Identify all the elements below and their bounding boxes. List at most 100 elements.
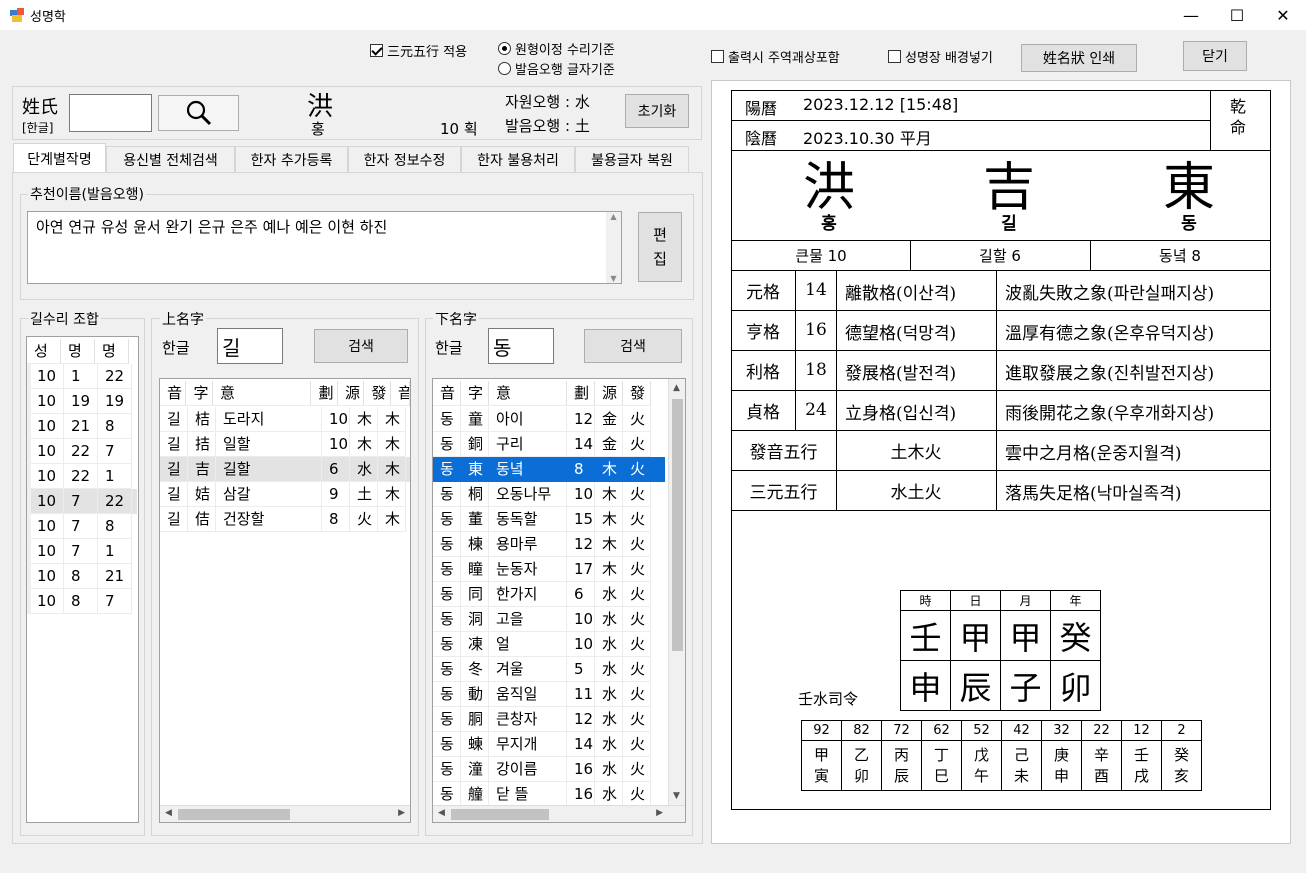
table-cell: 동 [433, 582, 461, 607]
lower-grid[interactable]: 音字意劃源發 동 童 아이 12 金火 동 銅 구리 14 金火 동 東 동녘 8 木火 동 桐 오동나무 10 木火 동… [432, 378, 686, 823]
table-row[interactable]: 10 19 19 [30, 389, 137, 414]
radio-suri[interactable] [498, 42, 511, 55]
tab-3[interactable]: 한자 추가등록 [235, 146, 348, 172]
table-row[interactable]: 10 21 8 [30, 414, 137, 439]
table-row[interactable]: 동 銅 구리 14 金火 [433, 432, 665, 457]
scroll-down-icon[interactable]: ▼ [673, 791, 680, 801]
table-row[interactable]: 동 同 한가지 6 水火 [433, 582, 665, 607]
scroll-right-icon[interactable]: ▶ [398, 808, 405, 818]
table-cell: 洞 [461, 607, 489, 632]
table-row[interactable]: 10 7 1 [30, 539, 137, 564]
tab-2[interactable]: 용신별 전체검색 [106, 146, 235, 172]
radio-suri-option[interactable]: 원형이정 수리기준 [498, 39, 615, 58]
table-row[interactable]: 10 22 1 [30, 464, 137, 489]
maximize-button[interactable]: ☐ [1214, 0, 1260, 30]
table-row[interactable]: 동 胴 큰창자 12 水火 [433, 707, 665, 732]
table-row[interactable]: 동 凍 얼 10 水火 [433, 632, 665, 657]
lower-vscrollbar[interactable]: ▲ ▼ [668, 379, 685, 805]
tab-1[interactable]: 단계별작명 [13, 143, 106, 173]
column-header[interactable]: 意 [489, 381, 567, 406]
recommend-scrollbar[interactable]: ▲ ▼ [606, 212, 621, 283]
table-row[interactable]: 10 7 22 [30, 489, 137, 514]
upper-hscrollbar[interactable]: ◀ ▶ [160, 805, 410, 822]
radio-glja[interactable] [498, 62, 511, 75]
table-row[interactable]: 길 桔 도라지 10 木木 [160, 407, 410, 432]
upper-grid[interactable]: 音字意劃源發音길桔도라지10木木길拮일할10木木길吉길할6水木길姞삼갈9土木길佶… [159, 378, 411, 823]
surname-input[interactable] [69, 94, 152, 132]
column-header[interactable]: 音 [160, 381, 187, 406]
scroll-up-icon[interactable]: ▲ [673, 383, 680, 393]
table-row[interactable]: 10 8 21 [30, 564, 137, 589]
table-row[interactable]: 길 拮 일할 10 木木 [160, 432, 410, 457]
recommend-textarea[interactable]: 아연 연규 유성 윤서 완기 은규 은주 예나 예은 이현 하진 ▲ ▼ [27, 211, 622, 284]
table-row[interactable]: 10 22 7 [30, 439, 137, 464]
table-row[interactable]: 동 董 동독할 15 木火 [433, 507, 665, 532]
column-header[interactable]: 意 [212, 381, 312, 406]
gilsuri-grid[interactable]: 성 명 명 10 1 22 10 19 19 10 21 8 10 22 7 10 22 1 10 7 22 10 7 8 10… [26, 336, 139, 823]
lower-hscroll-thumb[interactable] [451, 809, 549, 820]
surname-search-button[interactable] [158, 95, 239, 131]
upper-input[interactable] [217, 328, 283, 364]
lower-search-button[interactable]: 검색 [584, 329, 682, 363]
table-row[interactable]: 동 東 동녘 8 木火 [433, 457, 665, 482]
upper-hscroll-thumb[interactable] [178, 809, 290, 820]
table-row[interactable]: 동 動 움직일 11 水火 [433, 682, 665, 707]
tab-6[interactable]: 불용글자 복원 [575, 146, 689, 172]
table-row[interactable]: 동 桐 오동나무 10 木火 [433, 482, 665, 507]
table-cell: 길 [160, 457, 188, 482]
column-header[interactable]: 音 [433, 381, 461, 406]
column-header[interactable]: 명 [61, 339, 95, 364]
table-row[interactable]: 동 冬 겨울 5 水火 [433, 657, 665, 682]
close-button[interactable]: 닫기 [1183, 41, 1247, 71]
table-cell: 무지개 [489, 732, 567, 757]
samwon-option[interactable]: 三元五行 적용 [370, 41, 467, 60]
table-row[interactable]: 동 瞳 눈동자 17 木火 [433, 557, 665, 582]
table-row[interactable]: 동艟닫 뜰 16 水火 [433, 782, 665, 807]
lower-input[interactable] [488, 328, 554, 364]
table-row[interactable]: 동 潼 강이름 16 水火 [433, 757, 665, 782]
scroll-right-icon[interactable]: ▶ [656, 808, 663, 818]
column-header[interactable]: 성 [27, 339, 61, 364]
table-row[interactable]: 동 棟 용마루 12 木火 [433, 532, 665, 557]
column-header[interactable]: 發 [364, 381, 391, 406]
background-option[interactable]: 성명장 배경넣기 [888, 47, 993, 66]
column-header[interactable]: 音 [390, 381, 410, 406]
scroll-left-icon[interactable]: ◀ [438, 808, 445, 818]
print-button[interactable]: 姓名狀 인쇄 [1021, 44, 1137, 72]
column-header[interactable]: 發 [623, 381, 651, 406]
table-cell: 10 [30, 464, 64, 489]
upper-search-button[interactable]: 검색 [314, 329, 408, 363]
lower-hscrollbar[interactable]: ◀ ▶ [433, 805, 685, 822]
radio-glja-option[interactable]: 발음오행 글자기준 [498, 59, 615, 78]
column-header[interactable]: 源 [337, 381, 365, 406]
table-row[interactable]: 길 吉 길할 6 水木 [160, 457, 410, 482]
background-checkbox[interactable] [888, 50, 901, 63]
lower-vscroll-thumb[interactable] [672, 399, 683, 651]
juyeok-option[interactable]: 출력시 주역괘상포함 [711, 47, 840, 66]
table-row[interactable]: 동 蝀 무지개 14 水火 [433, 732, 665, 757]
samwon-checkbox[interactable] [370, 44, 383, 57]
table-row[interactable]: 10 8 7 [30, 589, 137, 614]
column-header[interactable]: 劃 [311, 381, 338, 406]
table-row[interactable]: 동 童 아이 12 金火 [433, 407, 665, 432]
column-header[interactable]: 源 [595, 381, 623, 406]
tab-5[interactable]: 한자 불용처리 [461, 146, 575, 172]
table-row[interactable]: 길 姞 삼갈 9 土木 [160, 482, 410, 507]
close-window-button[interactable]: ✕ [1260, 0, 1306, 30]
scroll-left-icon[interactable]: ◀ [165, 808, 172, 818]
minimize-button[interactable]: — [1168, 0, 1214, 30]
maximize-icon: ☐ [1229, 5, 1245, 25]
juyeok-checkbox[interactable] [711, 50, 724, 63]
table-row[interactable]: 동 洞 고을 10 水火 [433, 607, 665, 632]
table-row[interactable]: 길 佶 건장할 8 火木 [160, 507, 410, 532]
column-header[interactable]: 劃 [567, 381, 595, 406]
edit-button[interactable]: 편 집 [638, 212, 682, 282]
column-header[interactable]: 字 [186, 381, 213, 406]
reset-button[interactable]: 초기화 [625, 94, 689, 128]
tab-4[interactable]: 한자 정보수정 [348, 146, 461, 172]
table-row[interactable]: 10 1 22 [30, 364, 137, 389]
table-row[interactable]: 10 7 8 [30, 514, 137, 539]
column-header[interactable]: 字 [461, 381, 489, 406]
column-header[interactable]: 명 [95, 339, 129, 364]
daewoon-pillar: 壬戌 [1121, 740, 1162, 791]
